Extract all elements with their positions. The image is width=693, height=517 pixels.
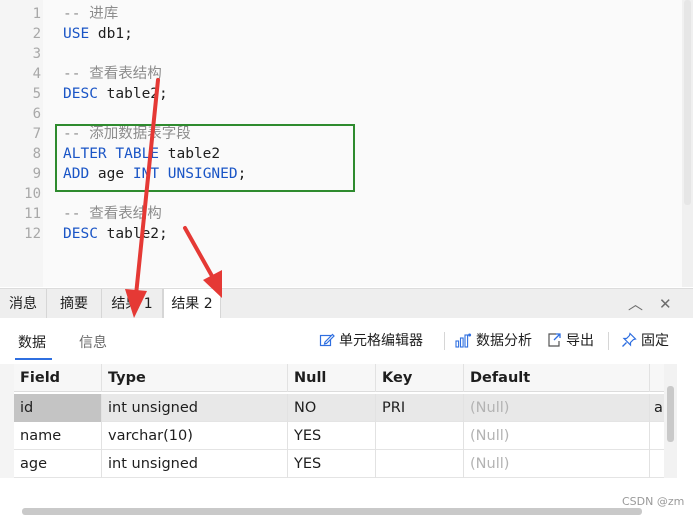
code-line[interactable]: 4 -- 查看表结构 xyxy=(0,64,693,84)
cell-type[interactable]: int unsigned xyxy=(102,450,288,478)
sql-identifier: table2; xyxy=(97,226,168,242)
tab-result-2[interactable]: 结果 2 xyxy=(163,289,221,319)
cell-null[interactable]: YES xyxy=(288,450,376,478)
code-line[interactable]: 2 USE db1; xyxy=(0,24,693,44)
cell-key[interactable] xyxy=(376,422,464,450)
cell-default[interactable]: (Null) xyxy=(464,394,650,422)
editor-scrollbar-thumb[interactable] xyxy=(684,0,691,205)
analysis-chart-icon xyxy=(455,332,472,348)
line-number: 11 xyxy=(24,206,41,222)
subtab-data[interactable]: 数据 xyxy=(18,332,46,352)
tab-messages[interactable]: 消息 xyxy=(0,289,47,318)
result-tab-bar: 消息 摘要 结果 1 结果 2 ︿ ✕ xyxy=(0,288,693,319)
sql-comment: -- 查看表结构 xyxy=(63,66,162,82)
column-header-null[interactable]: Null xyxy=(288,364,376,392)
sql-keyword: USE xyxy=(63,26,90,42)
line-number: 8 xyxy=(32,146,41,162)
sql-keyword: DESC xyxy=(63,86,98,102)
cell-editor-button[interactable]: 单元格编辑器 xyxy=(319,330,423,350)
line-number: 10 xyxy=(24,186,41,202)
cell-null[interactable]: NO xyxy=(288,394,376,422)
code-text: DESC table2; xyxy=(63,84,168,104)
cell-default[interactable]: (Null) xyxy=(464,422,650,450)
data-analysis-label: 数据分析 xyxy=(476,333,532,349)
line-number: 6 xyxy=(32,106,41,122)
close-panel-icon[interactable]: ✕ xyxy=(659,294,672,314)
code-text: USE db1; xyxy=(63,24,133,44)
code-line[interactable]: 6 xyxy=(0,104,693,124)
toolbar-divider xyxy=(608,332,609,350)
export-icon xyxy=(546,332,562,348)
code-text: -- 查看表结构 xyxy=(63,204,162,224)
annotation-highlight-box xyxy=(55,124,355,192)
editor-vertical-scrollbar[interactable] xyxy=(682,0,693,287)
cell-null[interactable]: YES xyxy=(288,422,376,450)
code-line[interactable]: 12 DESC table2; xyxy=(0,224,693,244)
column-header-key[interactable]: Key xyxy=(376,364,464,392)
cell-extra[interactable] xyxy=(650,422,664,450)
grid-vertical-scrollbar-thumb[interactable] xyxy=(667,386,674,442)
grid-horizontal-scrollbar-thumb[interactable] xyxy=(22,508,642,515)
code-line[interactable]: 3 xyxy=(0,44,693,64)
sql-comment: -- 进库 xyxy=(63,6,119,22)
sql-keyword: DESC xyxy=(63,226,98,242)
pin-icon xyxy=(621,332,637,348)
cell-extra[interactable] xyxy=(650,450,664,478)
cell-field[interactable]: name xyxy=(14,422,102,450)
column-header-default[interactable]: Default xyxy=(464,364,650,392)
line-number: 5 xyxy=(32,86,41,102)
pin-label: 固定 xyxy=(641,333,669,349)
column-header-field[interactable]: Field xyxy=(14,364,102,392)
code-line[interactable]: 5 DESC table2; xyxy=(0,84,693,104)
line-number: 1 xyxy=(32,6,41,22)
line-number: 2 xyxy=(32,26,41,42)
export-label: 导出 xyxy=(566,333,594,349)
grid-header-row: Field Type Null Key Default xyxy=(14,364,664,392)
row-selector-column[interactable] xyxy=(0,364,14,478)
cell-default[interactable]: (Null) xyxy=(464,450,650,478)
cell-key[interactable]: PRI xyxy=(376,394,464,422)
cell-extra[interactable]: a xyxy=(650,394,664,422)
code-text: -- 查看表结构 xyxy=(63,64,162,84)
pin-button[interactable]: 固定 xyxy=(621,330,669,350)
cell-editor-label: 单元格编辑器 xyxy=(339,333,423,349)
line-number: 3 xyxy=(32,46,41,62)
toolbar-divider xyxy=(444,332,445,350)
cell-type[interactable]: int unsigned xyxy=(102,394,288,422)
cell-key[interactable] xyxy=(376,450,464,478)
sql-identifier: db1; xyxy=(89,26,133,42)
sql-identifier: table2; xyxy=(97,86,168,102)
grid-vertical-scrollbar[interactable] xyxy=(664,364,677,478)
code-line[interactable]: 11 -- 查看表结构 xyxy=(0,204,693,224)
sql-comment: -- 查看表结构 xyxy=(63,206,162,222)
data-analysis-button[interactable]: 数据分析 xyxy=(455,330,532,350)
subtab-info[interactable]: 信息 xyxy=(79,332,107,352)
result-grid[interactable]: Field Type Null Key Default id int unsig… xyxy=(0,364,693,515)
table-row[interactable]: age int unsigned YES (Null) xyxy=(14,450,664,478)
table-row[interactable]: id int unsigned NO PRI (Null) a xyxy=(14,394,664,422)
tab-result-1[interactable]: 结果 1 xyxy=(102,289,163,318)
result-subtoolbar: 数据 信息 单元格编辑器 数据分析 导出 固定 xyxy=(0,318,693,364)
code-line[interactable]: 1 -- 进库 xyxy=(0,4,693,24)
cell-field[interactable]: age xyxy=(14,450,102,478)
watermark: CSDN @zm xyxy=(622,495,685,508)
cell-field[interactable]: id xyxy=(14,394,102,422)
line-number: 7 xyxy=(32,126,41,142)
line-number: 9 xyxy=(32,166,41,182)
table-row[interactable]: name varchar(10) YES (Null) xyxy=(14,422,664,450)
collapse-panel-icon[interactable]: ︿ xyxy=(628,294,643,314)
code-text: DESC table2; xyxy=(63,224,168,244)
pencil-icon xyxy=(319,332,335,348)
cell-type[interactable]: varchar(10) xyxy=(102,422,288,450)
subtab-active-indicator xyxy=(15,358,52,360)
grid-horizontal-scrollbar[interactable] xyxy=(14,507,664,517)
line-number: 12 xyxy=(24,226,41,242)
export-button[interactable]: 导出 xyxy=(546,330,594,350)
tab-summary[interactable]: 摘要 xyxy=(47,289,102,318)
column-header-type[interactable]: Type xyxy=(102,364,288,392)
code-text: -- 进库 xyxy=(63,4,118,24)
sql-editor[interactable]: 1 -- 进库 2 USE db1; 3 4 -- 查看表结构 5 DESC table2; 6 7… xyxy=(0,0,693,287)
line-number: 4 xyxy=(32,66,41,82)
